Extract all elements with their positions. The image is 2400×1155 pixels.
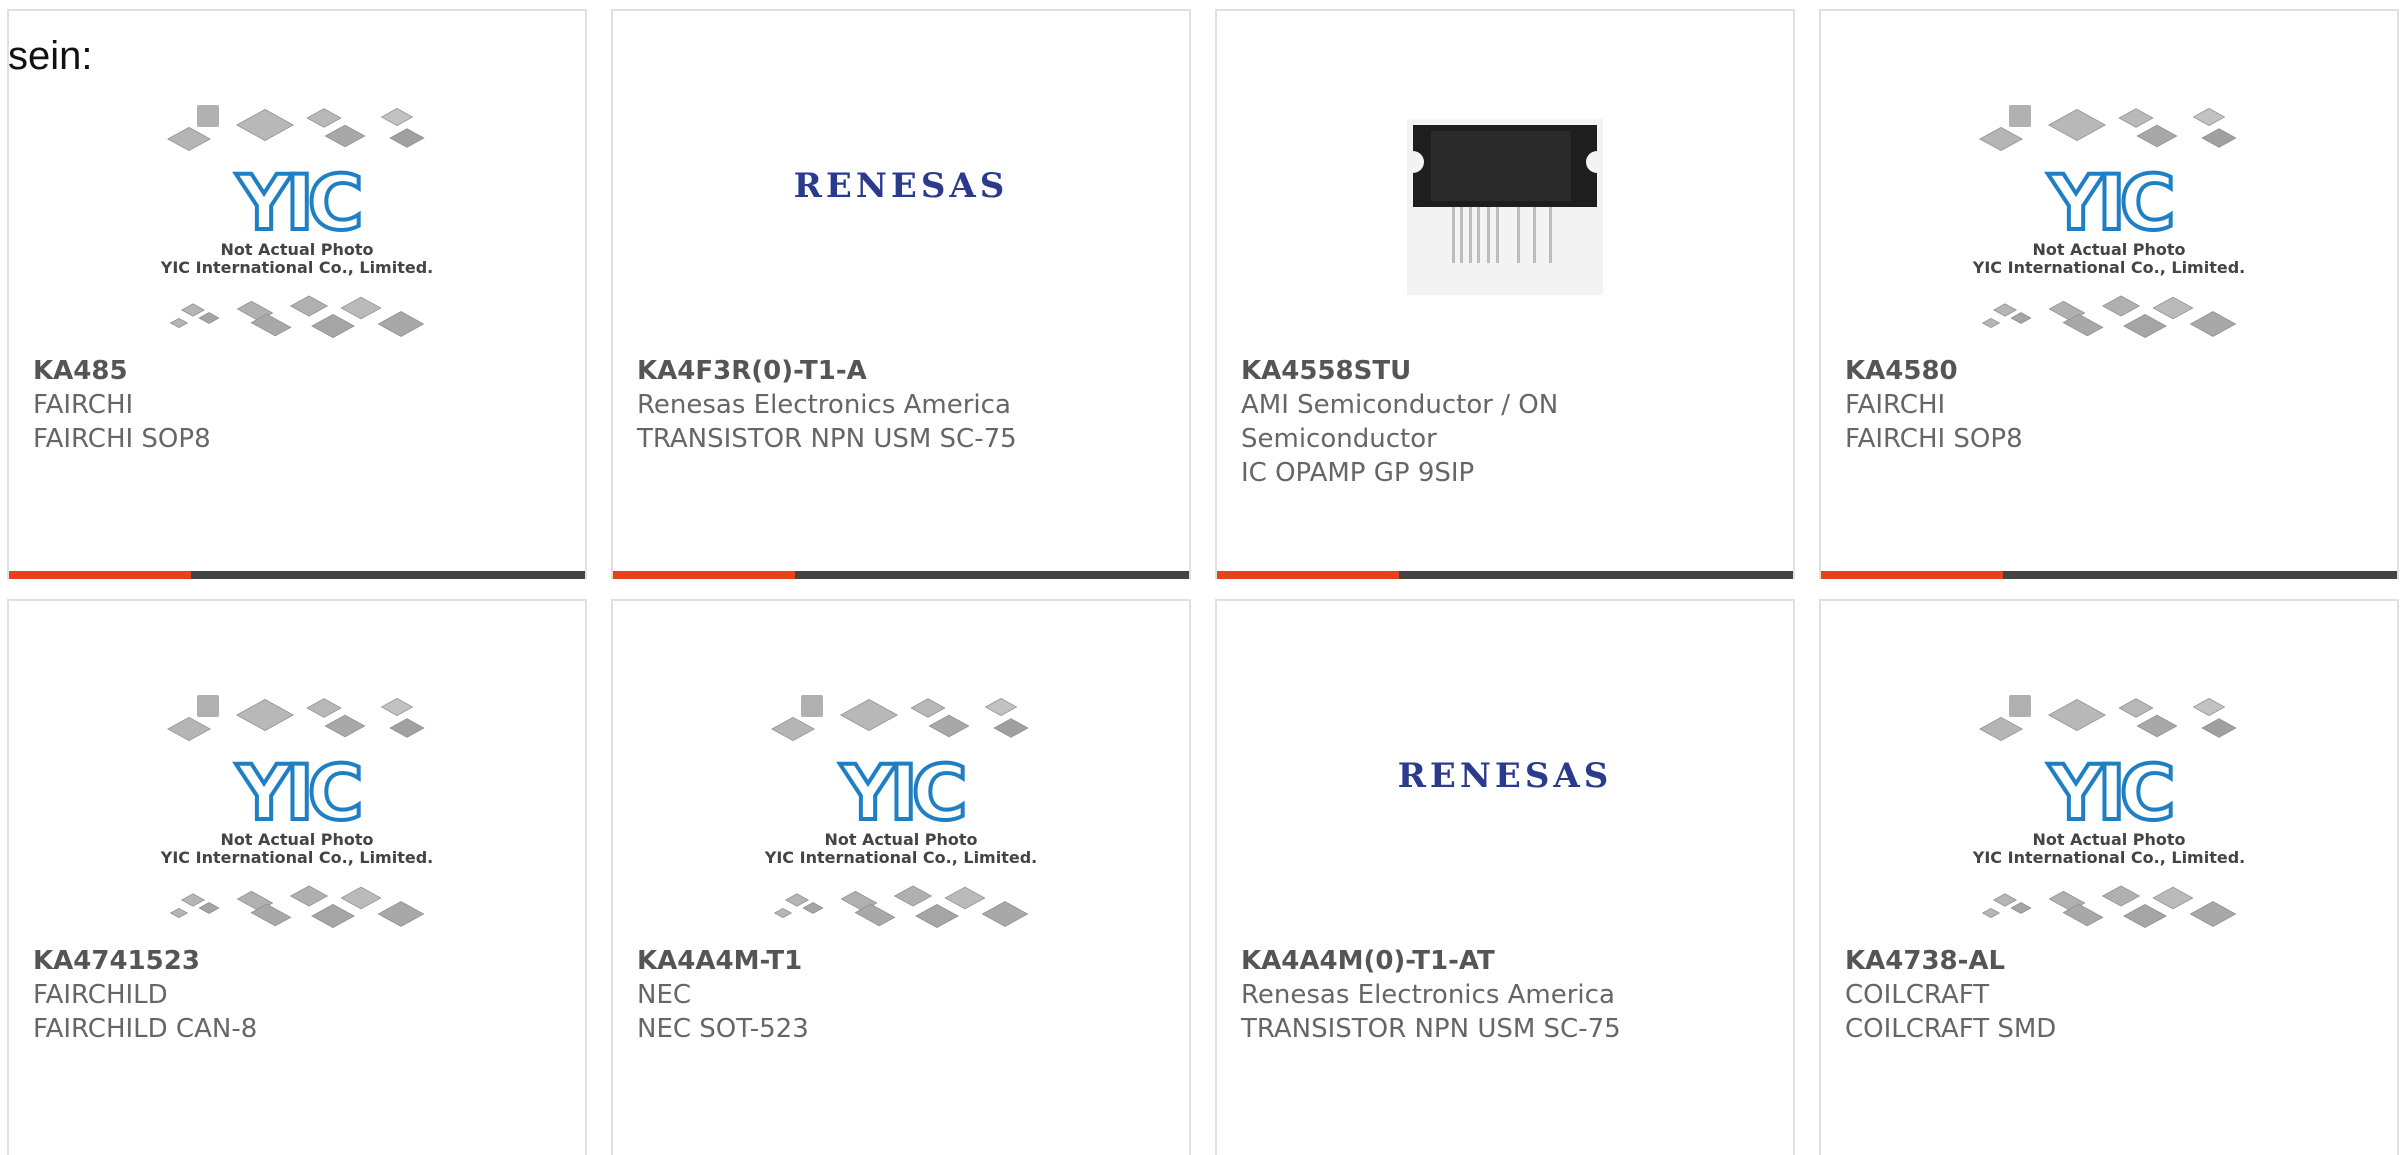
product-image-placeholder[interactable]: YIC Not Actual Photo YIC International Co.…	[9, 11, 585, 351]
card-accent-bar	[1821, 571, 2003, 579]
sip-package-photo[interactable]	[1217, 11, 1793, 351]
card-bottom-bar	[9, 571, 585, 579]
description: TRANSISTOR NPN USM SC-75	[1241, 1014, 1621, 1044]
card-accent-bar	[613, 571, 795, 579]
manufacturer: COILCRAFT	[1845, 980, 1990, 1010]
svg-text:Not Actual Photo: Not Actual Photo	[2032, 830, 2185, 849]
renesas-logo-graphic: RENESAS	[794, 166, 1009, 206]
intro-text: sein:	[8, 34, 93, 78]
description: NEC SOT-523	[637, 1014, 809, 1044]
product-info: KA4A4M(0)-T1-AT Renesas Electronics Amer…	[1241, 944, 1777, 1046]
part-number-link[interactable]: KA4F3R(0)-T1-A	[637, 354, 1173, 388]
product-card[interactable]: YIC Not Actual Photo YIC International Co.…	[7, 599, 587, 1155]
svg-text:Not Actual Photo: Not Actual Photo	[824, 830, 977, 849]
part-number-link[interactable]: KA4738-AL	[1845, 944, 2381, 978]
svg-text:YIC International Co., Limited: YIC International Co., Limited.	[1972, 258, 2245, 277]
svg-text:YIC International Co., Limited: YIC International Co., Limited.	[160, 258, 433, 277]
svg-text:YIC International Co., Limited: YIC International Co., Limited.	[764, 848, 1037, 867]
svg-text:YIC: YIC	[2047, 748, 2170, 837]
product-image-placeholder[interactable]: YIC Not Actual Photo YIC International Co.…	[9, 601, 585, 941]
yic-placeholder-graphic: YICNot Actual PhotoYIC International Co.…	[160, 105, 433, 339]
product-info: KA485 FAIRCHI FAIRCHI SOP8	[33, 354, 569, 456]
description: COILCRAFT SMD	[1845, 1014, 2057, 1044]
card-bottom-bar	[1821, 571, 2397, 579]
description: FAIRCHI SOP8	[1845, 424, 2023, 454]
manufacturer: Renesas Electronics America	[637, 390, 1011, 420]
description: TRANSISTOR NPN USM SC-75	[637, 424, 1017, 454]
manufacturer: NEC	[637, 980, 692, 1010]
svg-text:RENESAS: RENESAS	[794, 166, 1009, 206]
renesas-logo-image[interactable]: RENESAS	[613, 11, 1189, 351]
svg-text:YIC: YIC	[839, 748, 962, 837]
product-card[interactable]: YIC Not Actual Photo YIC International Co.…	[7, 9, 587, 579]
product-info: KA4741523 FAIRCHILD FAIRCHILD CAN-8	[33, 944, 569, 1046]
product-card[interactable]: YIC Not Actual Photo YIC International Co.…	[1819, 9, 2399, 579]
manufacturer: Renesas Electronics America	[1241, 980, 1615, 1010]
product-info: KA4F3R(0)-T1-A Renesas Electronics Ameri…	[637, 354, 1173, 456]
product-card[interactable]: RENESAS KA4A4M(0)-T1-AT Renesas Electron…	[1215, 599, 1795, 1155]
manufacturer: FAIRCHI	[33, 390, 134, 420]
card-bottom-bar	[1217, 571, 1793, 579]
card-bottom-bar	[613, 571, 1189, 579]
product-card[interactable]: YIC Not Actual Photo YIC International Co.…	[611, 599, 1191, 1155]
part-number-link[interactable]: KA4580	[1845, 354, 2381, 388]
yic-placeholder-graphic: YICNot Actual PhotoYIC International Co.…	[1972, 695, 2245, 929]
manufacturer: AMI Semiconductor / ON	[1241, 390, 1559, 420]
description: IC OPAMP GP 9SIP	[1241, 458, 1475, 488]
part-number-link[interactable]: KA4A4M-T1	[637, 944, 1173, 978]
product-card[interactable]: YIC Not Actual Photo YIC International Co.…	[1819, 599, 2399, 1155]
svg-text:Not Actual Photo: Not Actual Photo	[220, 240, 373, 259]
yic-placeholder-graphic: YICNot Actual PhotoYIC International Co.…	[764, 695, 1037, 929]
product-card[interactable]: RENESAS KA4F3R(0)-T1-A Renesas Electroni…	[611, 9, 1191, 579]
svg-text:YIC International Co., Limited: YIC International Co., Limited.	[1972, 848, 2245, 867]
yic-placeholder-graphic: YICNot Actual PhotoYIC International Co.…	[1972, 105, 2245, 339]
part-number-link[interactable]: KA4558STU	[1241, 354, 1777, 388]
product-info: KA4738-AL COILCRAFT COILCRAFT SMD	[1845, 944, 2381, 1046]
part-number-link[interactable]: KA4A4M(0)-T1-AT	[1241, 944, 1777, 978]
product-image-placeholder[interactable]: YIC Not Actual Photo YIC International Co.…	[1821, 11, 2397, 351]
card-accent-bar	[9, 571, 191, 579]
svg-text:YIC: YIC	[2047, 158, 2170, 247]
yic-placeholder-graphic: YICNot Actual PhotoYIC International Co.…	[160, 695, 433, 929]
svg-text:YIC: YIC	[235, 748, 358, 837]
svg-text:RENESAS: RENESAS	[1398, 756, 1613, 796]
part-number-link[interactable]: KA4741523	[33, 944, 569, 978]
svg-text:YIC International Co., Limited: YIC International Co., Limited.	[160, 848, 433, 867]
svg-text:Not Actual Photo: Not Actual Photo	[220, 830, 373, 849]
product-info: KA4580 FAIRCHI FAIRCHI SOP8	[1845, 354, 2381, 456]
manufacturer: FAIRCHI	[1845, 390, 1946, 420]
part-number-link[interactable]: KA485	[33, 354, 569, 388]
description: FAIRCHI SOP8	[33, 424, 211, 454]
product-card[interactable]: KA4558STU AMI Semiconductor / ON Semicon…	[1215, 9, 1795, 579]
renesas-logo-graphic: RENESAS	[1398, 756, 1613, 796]
product-image-placeholder[interactable]: YIC Not Actual Photo YIC International Co.…	[1821, 601, 2397, 941]
product-info: KA4558STU AMI Semiconductor / ON Semicon…	[1241, 354, 1777, 490]
description: FAIRCHILD CAN-8	[33, 1014, 258, 1044]
card-accent-bar	[1217, 571, 1399, 579]
svg-text:Not Actual Photo: Not Actual Photo	[2032, 240, 2185, 259]
svg-text:YIC: YIC	[235, 158, 358, 247]
manufacturer-continued: Semiconductor	[1241, 424, 1437, 454]
manufacturer: FAIRCHILD	[33, 980, 168, 1010]
sip-package-graphic	[1407, 119, 1603, 295]
renesas-logo-image[interactable]: RENESAS	[1217, 601, 1793, 941]
product-grid-page: sein: YIC Not Actual Photo YIC Internation…	[0, 0, 2400, 1155]
product-info: KA4A4M-T1 NEC NEC SOT-523	[637, 944, 1173, 1046]
product-image-placeholder[interactable]: YIC Not Actual Photo YIC International Co.…	[613, 601, 1189, 941]
